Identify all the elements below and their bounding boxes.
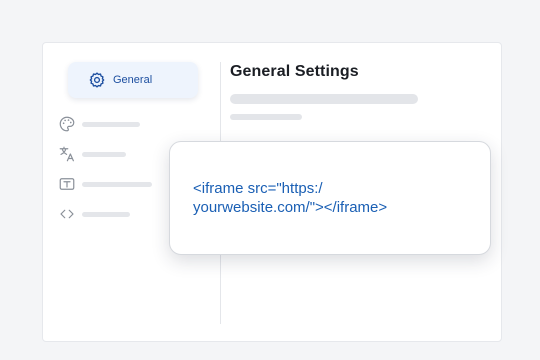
embed-code-line: yourwebsite.com/"></iframe> — [193, 199, 388, 216]
sidebar-item-embed[interactable] — [58, 205, 130, 223]
translate-icon — [58, 145, 76, 163]
sidebar-item-placeholder — [82, 181, 152, 187]
gear-icon — [88, 71, 106, 89]
embed-code-card[interactable]: <iframe src="https:/ yourwebsite.com/"><… — [169, 141, 491, 255]
code-icon — [58, 205, 76, 223]
content-placeholder-line — [230, 94, 418, 104]
sidebar-item-placeholder — [82, 151, 126, 157]
palette-icon — [58, 115, 76, 133]
sidebar-item-general[interactable]: General — [68, 62, 198, 98]
sidebar-item-label: General — [113, 74, 153, 86]
sidebar-item-placeholder — [82, 121, 140, 127]
sidebar-item-placeholder — [82, 211, 130, 217]
embed-code-line: <iframe src="https:/ — [193, 180, 323, 197]
sidebar-item-language[interactable] — [58, 145, 126, 163]
page-title: General Settings — [230, 63, 359, 80]
text-box-icon — [58, 175, 76, 193]
sidebar-item-appearance[interactable] — [58, 115, 140, 133]
content-placeholder-line — [230, 114, 302, 120]
sidebar-item-text[interactable] — [58, 175, 152, 193]
